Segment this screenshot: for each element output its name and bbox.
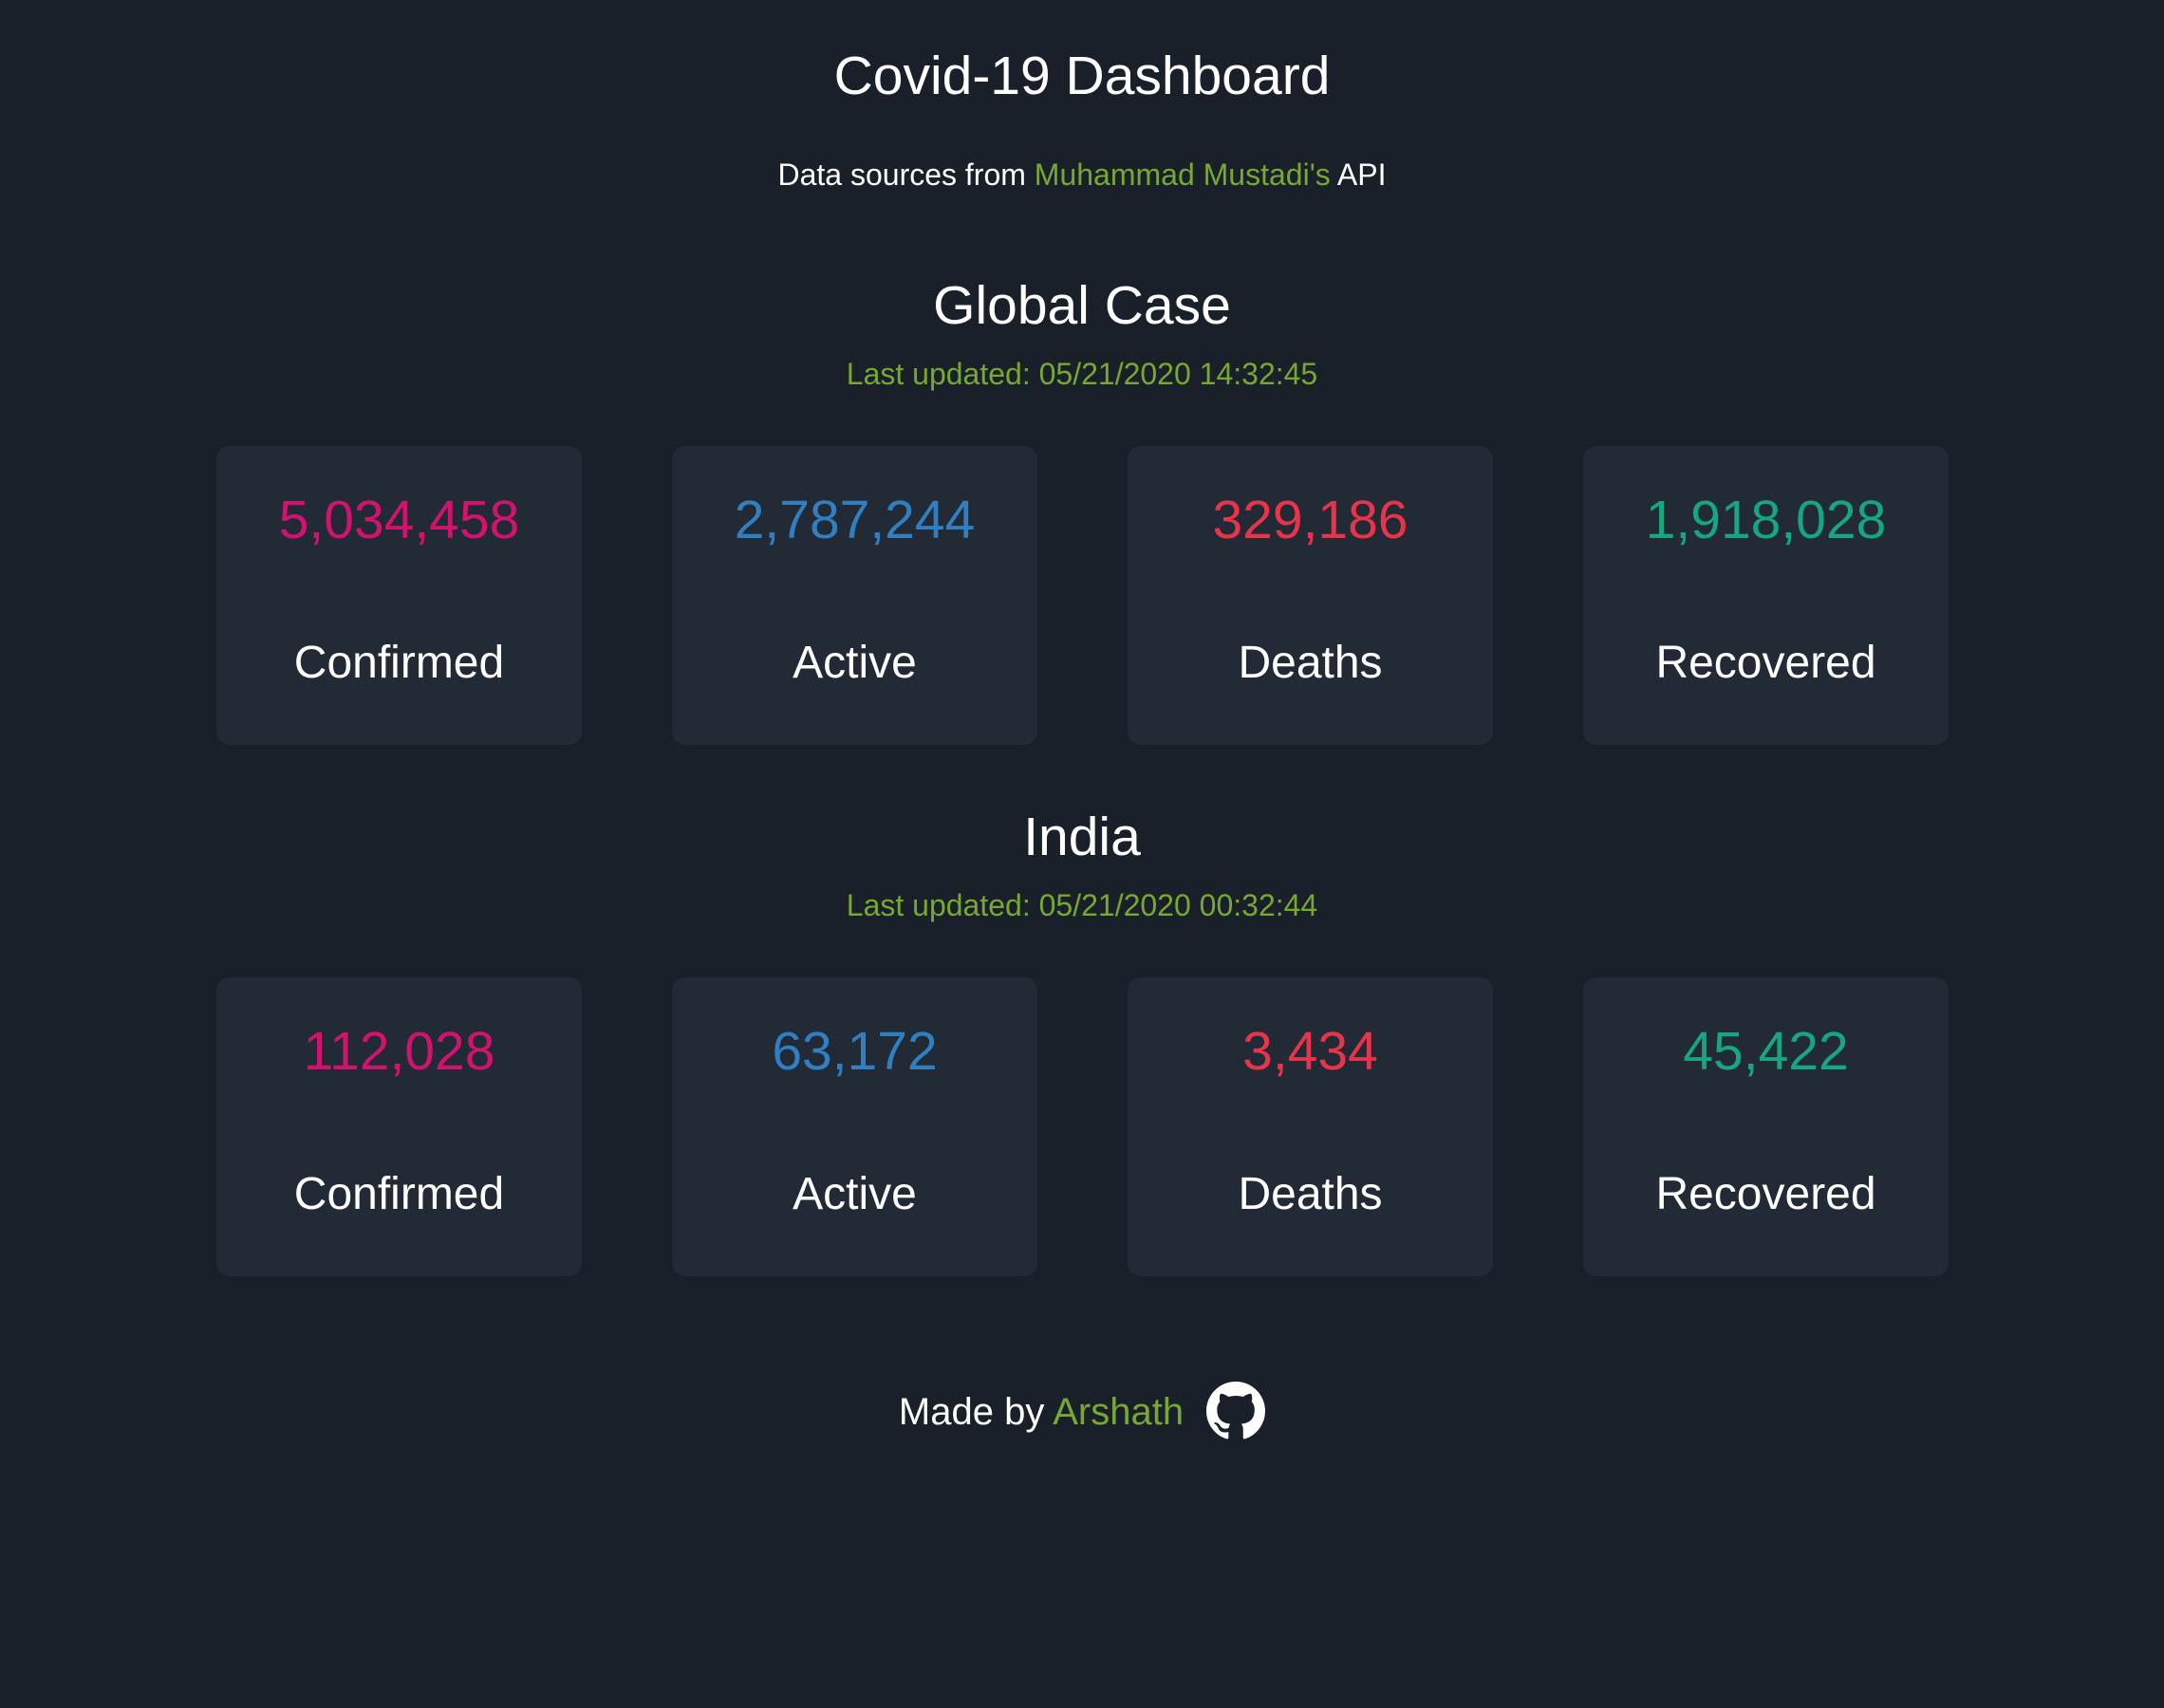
github-icon-graphic (1206, 1382, 1266, 1439)
footer: Made by Arshath (0, 1382, 2164, 1442)
global-recovered-label: Recovered (1655, 638, 1876, 688)
global-confirmed-card: 5,034,458 Confirmed (216, 446, 582, 745)
global-deaths-label: Deaths (1238, 638, 1383, 688)
page-title: Covid-19 Dashboard (833, 46, 1331, 106)
global-confirmed-label: Confirmed (293, 638, 505, 688)
global-last-updated: Last updated: 05/21/2020 14:32:45 (846, 357, 1318, 391)
india-section-title: India (1023, 807, 1141, 867)
global-section-title: Global Case (933, 275, 1231, 336)
data-source-link[interactable]: Muhammad Mustadi's (1035, 158, 1331, 192)
global-active-value: 2,787,244 (734, 490, 976, 550)
global-deaths-card: 329,186 Deaths (1128, 446, 1493, 745)
india-confirmed-card: 112,028 Confirmed (216, 977, 582, 1276)
global-active-card: 2,787,244 Active (672, 446, 1037, 745)
global-active-label: Active (793, 638, 917, 688)
author-link[interactable]: Arshath (1053, 1391, 1184, 1433)
global-recovered-value: 1,918,028 (1645, 490, 1887, 550)
india-active-card: 63,172 Active (672, 977, 1037, 1276)
data-source-prefix: Data sources from (777, 158, 1035, 192)
global-deaths-value: 329,186 (1212, 490, 1408, 550)
india-deaths-value: 3,434 (1242, 1021, 1378, 1082)
github-icon[interactable] (1206, 1382, 1266, 1440)
india-last-updated: Last updated: 05/21/2020 00:32:44 (846, 888, 1318, 922)
india-recovered-card: 45,422 Recovered (1583, 977, 1949, 1276)
data-source-line: Data sources from Muhammad Mustadi's API (0, 156, 2164, 194)
india-active-label: Active (793, 1169, 917, 1219)
india-recovered-value: 45,422 (1683, 1021, 1849, 1082)
india-recovered-label: Recovered (1655, 1169, 1876, 1219)
global-confirmed-value: 5,034,458 (278, 490, 520, 550)
india-deaths-card: 3,434 Deaths (1128, 977, 1493, 1276)
footer-prefix: Made by (898, 1391, 1054, 1433)
dashboard-page: Covid-19 Dashboard Data sources from Muh… (0, 0, 2164, 1708)
india-confirmed-value: 112,028 (303, 1021, 495, 1082)
india-confirmed-label: Confirmed (293, 1169, 505, 1219)
india-deaths-label: Deaths (1238, 1169, 1383, 1219)
global-recovered-card: 1,918,028 Recovered (1583, 446, 1949, 745)
data-source-suffix: API (1330, 158, 1387, 192)
india-active-value: 63,172 (772, 1021, 938, 1082)
